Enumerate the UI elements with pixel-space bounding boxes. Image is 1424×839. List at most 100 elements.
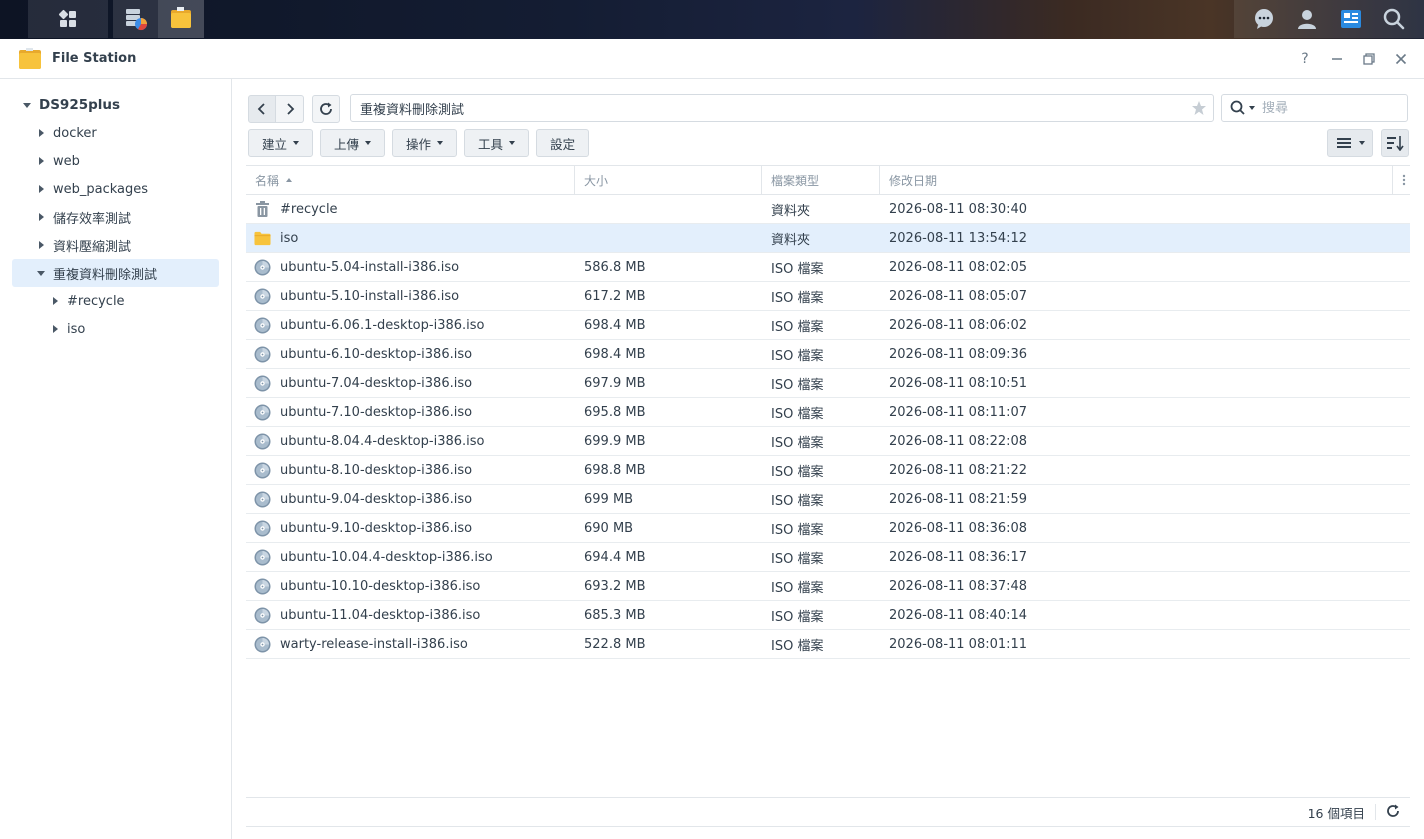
tree-label: 資料壓縮測試 bbox=[53, 239, 132, 255]
disc-icon bbox=[254, 317, 271, 334]
file-name: ubuntu-8.04.4-desktop-i386.iso bbox=[280, 433, 485, 449]
caret-right-icon[interactable] bbox=[35, 239, 47, 251]
disc-icon bbox=[254, 549, 271, 566]
caret-right-icon[interactable] bbox=[35, 155, 47, 167]
close-button[interactable] bbox=[1392, 50, 1410, 68]
upload-label: 上傳 bbox=[334, 136, 360, 152]
file-size: 690 MB bbox=[584, 520, 634, 536]
folder-icon bbox=[171, 7, 191, 28]
file-modified: 2026-08-11 08:30:40 bbox=[889, 201, 1028, 217]
caret-down-icon[interactable] bbox=[1358, 139, 1366, 147]
tree-item-storage-efficiency[interactable]: 儲存效率測試 bbox=[0, 203, 231, 231]
tools-button[interactable]: 工具 bbox=[464, 129, 530, 157]
file-row[interactable]: ubuntu-11.04-desktop-i386.iso 685.3 MB ISO… bbox=[246, 601, 1410, 630]
file-row[interactable]: ubuntu-5.10-install-i386.iso 617.2 MB ISO … bbox=[246, 282, 1410, 311]
file-row[interactable]: ubuntu-6.06.1-desktop-i386.iso 698.4 MB IS… bbox=[246, 311, 1410, 340]
file-size: 617.2 MB bbox=[584, 288, 646, 304]
refresh-button[interactable] bbox=[312, 95, 340, 123]
action-button[interactable]: 操作 bbox=[392, 129, 458, 157]
view-mode-button[interactable] bbox=[1327, 129, 1373, 157]
path-bar[interactable]: 重複資料刪除測試 bbox=[350, 94, 1214, 122]
search-input[interactable] bbox=[1262, 100, 1392, 116]
search-icon bbox=[1230, 100, 1245, 115]
file-row[interactable]: ubuntu-7.04-desktop-i386.iso 697.9 MB ISO … bbox=[246, 369, 1410, 398]
disc-icon bbox=[254, 607, 271, 624]
forward-button[interactable] bbox=[276, 95, 304, 123]
file-row[interactable]: ubuntu-6.10-desktop-i386.iso 698.4 MB ISO … bbox=[246, 340, 1410, 369]
tree-label: 儲存效率測試 bbox=[53, 211, 132, 227]
file-list: 名稱 大小 檔案類型 修改日期 #recycle 資料夾 2026-08-11 08… bbox=[246, 165, 1410, 659]
search-box[interactable] bbox=[1221, 94, 1408, 122]
search-icon[interactable] bbox=[1381, 6, 1407, 32]
chat-icon[interactable] bbox=[1251, 6, 1277, 32]
file-modified: 2026-08-11 08:06:02 bbox=[889, 317, 1028, 333]
sort-button[interactable] bbox=[1381, 129, 1409, 157]
file-station-taskbar-button[interactable] bbox=[158, 0, 204, 38]
tree-root-ds925plus[interactable]: DS925plus bbox=[0, 91, 231, 119]
column-menu-icon[interactable] bbox=[1402, 173, 1406, 190]
caret-down-icon[interactable] bbox=[35, 267, 47, 279]
caret-right-icon[interactable] bbox=[35, 183, 47, 195]
tree-item-web-packages[interactable]: web_packages bbox=[0, 175, 231, 203]
create-button[interactable]: 建立 bbox=[248, 129, 314, 157]
tree-item-recycle[interactable]: #recycle bbox=[0, 287, 231, 315]
window-titlebar[interactable]: File Station ? bbox=[0, 39, 1424, 79]
maximize-button[interactable] bbox=[1360, 50, 1378, 68]
caret-down-icon[interactable] bbox=[21, 99, 33, 111]
file-row[interactable]: ubuntu-9.10-desktop-i386.iso 690 MB ISO 檔案… bbox=[246, 514, 1410, 543]
caret-down-icon[interactable] bbox=[1248, 104, 1256, 112]
back-button[interactable] bbox=[248, 95, 276, 123]
column-type-header[interactable]: 檔案類型 bbox=[762, 165, 880, 195]
file-row[interactable]: ubuntu-10.10-desktop-i386.iso 693.2 MB ISO… bbox=[246, 572, 1410, 601]
file-name: ubuntu-6.06.1-desktop-i386.iso bbox=[280, 317, 485, 333]
file-row[interactable]: warty-release-install-i386.iso 522.8 MB IS… bbox=[246, 630, 1410, 659]
file-size: 698.8 MB bbox=[584, 462, 646, 478]
refresh-icon bbox=[1387, 804, 1399, 817]
file-row[interactable]: ubuntu-8.10-desktop-i386.iso 698.8 MB ISO … bbox=[246, 456, 1410, 485]
file-size: 698.4 MB bbox=[584, 346, 646, 362]
file-row[interactable]: ubuntu-5.04-install-i386.iso 586.8 MB ISO … bbox=[246, 253, 1410, 282]
file-modified: 2026-08-11 08:40:14 bbox=[889, 607, 1028, 623]
file-row[interactable]: ubuntu-10.04.4-desktop-i386.iso 694.4 MB I… bbox=[246, 543, 1410, 572]
file-type: ISO 檔案 bbox=[771, 551, 824, 567]
column-modified-header[interactable]: 修改日期 bbox=[880, 165, 1393, 195]
main-panel: 重複資料刪除測試 建立 上傳 操作 工具 設定 bbox=[233, 79, 1424, 839]
favorite-star-icon[interactable] bbox=[1191, 100, 1207, 120]
user-icon[interactable] bbox=[1294, 6, 1320, 32]
tree-item-iso[interactable]: iso bbox=[0, 315, 231, 343]
upload-button[interactable]: 上傳 bbox=[320, 129, 386, 157]
file-row[interactable]: ubuntu-9.04-desktop-i386.iso 699 MB ISO 檔案… bbox=[246, 485, 1410, 514]
minimize-button[interactable] bbox=[1328, 50, 1346, 68]
file-type: ISO 檔案 bbox=[771, 348, 824, 364]
main-menu-button[interactable] bbox=[28, 0, 108, 38]
file-row[interactable]: ubuntu-7.10-desktop-i386.iso 695.8 MB ISO … bbox=[246, 398, 1410, 427]
tree-label: docker bbox=[53, 125, 97, 141]
caret-right-icon[interactable] bbox=[35, 211, 47, 223]
file-name: iso bbox=[280, 230, 299, 246]
settings-button[interactable]: 設定 bbox=[536, 129, 590, 157]
tree-item-web[interactable]: web bbox=[0, 147, 231, 175]
column-label: 修改日期 bbox=[889, 173, 938, 188]
file-rows: #recycle 資料夾 2026-08-11 08:30:40 iso 資料夾 2026… bbox=[246, 195, 1410, 659]
caret-right-icon[interactable] bbox=[49, 323, 61, 335]
tree-item-docker[interactable]: docker bbox=[0, 119, 231, 147]
refresh-status-button[interactable] bbox=[1386, 804, 1400, 821]
caret-right-icon[interactable] bbox=[35, 127, 47, 139]
widgets-icon[interactable] bbox=[1338, 6, 1364, 32]
storage-manager-taskbar-button[interactable] bbox=[113, 0, 158, 38]
caret-right-icon[interactable] bbox=[49, 295, 61, 307]
column-size-header[interactable]: 大小 bbox=[575, 165, 762, 195]
file-name: ubuntu-8.10-desktop-i386.iso bbox=[280, 462, 473, 478]
help-button[interactable]: ? bbox=[1296, 50, 1314, 68]
file-modified: 2026-08-11 08:05:07 bbox=[889, 288, 1028, 304]
file-row[interactable]: #recycle 資料夾 2026-08-11 08:30:40 bbox=[246, 195, 1410, 224]
file-row[interactable]: iso 資料夾 2026-08-11 13:54:12 bbox=[246, 224, 1410, 253]
file-name-cell: ubuntu-9.04-desktop-i386.iso bbox=[246, 491, 575, 508]
tree-item-dedup-test[interactable]: 重複資料刪除測試 bbox=[12, 259, 219, 287]
tree-item-compression-test[interactable]: 資料壓縮測試 bbox=[0, 231, 231, 259]
file-size: 693.2 MB bbox=[584, 578, 646, 594]
disc-icon bbox=[254, 404, 271, 421]
file-modified: 2026-08-11 08:36:08 bbox=[889, 520, 1028, 536]
file-row[interactable]: ubuntu-8.04.4-desktop-i386.iso 699.9 MB IS… bbox=[246, 427, 1410, 456]
column-name-header[interactable]: 名稱 bbox=[246, 165, 575, 195]
